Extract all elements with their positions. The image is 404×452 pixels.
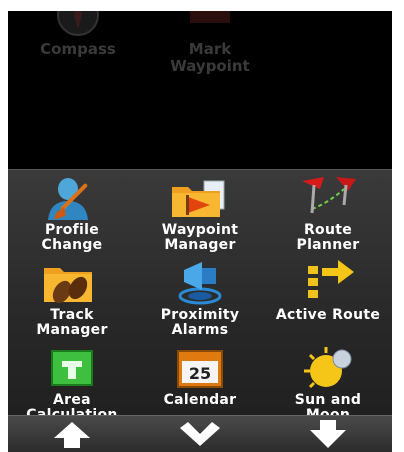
area-calculation-line1: Area [53, 392, 91, 408]
waypoint-manager-line1: Waypoint [161, 222, 239, 238]
calendar-icon: 25 [177, 350, 223, 388]
arrow-down-icon [310, 420, 346, 448]
app-route-planner[interactable]: Route Planner [264, 175, 392, 260]
speaker-alarm-icon [178, 262, 222, 305]
scroll-up-button[interactable] [32, 418, 112, 450]
route-arrow-icon [308, 260, 354, 298]
chevron-down-icon [180, 422, 220, 446]
app-proximity-alarms[interactable]: Proximity Alarms [136, 260, 264, 345]
route-planner-line1: Route [303, 222, 353, 238]
calendar-date: 25 [189, 364, 211, 383]
app-waypoint-manager[interactable]: Waypoint Manager [136, 175, 264, 260]
folder-flag-icon [172, 180, 225, 217]
area-icon [51, 350, 93, 386]
track-manager-line2: Manager [36, 322, 108, 338]
scroll-down-button[interactable] [288, 418, 368, 450]
proximity-alarms-line1: Proximity [160, 307, 240, 323]
app-track-manager[interactable]: Track Manager [8, 260, 136, 345]
bg-compass-label: Compass [40, 40, 116, 58]
route-pins-icon [302, 177, 356, 214]
waypoint-manager-line2: Manager [164, 237, 236, 253]
sun-moon-icon [304, 347, 352, 389]
proximity-alarms-line2: Alarms [171, 322, 229, 338]
active-route-line1: Active Route [275, 307, 381, 323]
app-profile-change[interactable]: Profile Change [8, 175, 136, 260]
collapse-button[interactable] [160, 418, 240, 450]
sun-and-moon-line1: Sun and [294, 392, 362, 408]
calendar-line1: Calendar [163, 392, 237, 408]
flag-icon [190, 11, 230, 23]
arrow-up-icon [54, 422, 90, 448]
folder-footprints-icon [44, 268, 92, 304]
app-drawer: Profile Change Waypoint Manager Route Pl… [8, 169, 392, 452]
route-planner-line2: Planner [296, 237, 360, 253]
app-active-route[interactable]: Active Route [264, 260, 392, 345]
bg-mark-waypoint-label: Mark Waypoint [170, 40, 250, 75]
track-manager-line1: Track [50, 307, 94, 323]
profile-brush-icon [48, 178, 88, 220]
device-screen: Compass Mark Waypoint Profile Change Way… [8, 11, 392, 452]
compass-icon [57, 11, 99, 36]
bottom-nav-bar [8, 415, 392, 452]
profile-change-line2: Change [41, 237, 103, 253]
profile-change-line1: Profile [44, 222, 100, 238]
